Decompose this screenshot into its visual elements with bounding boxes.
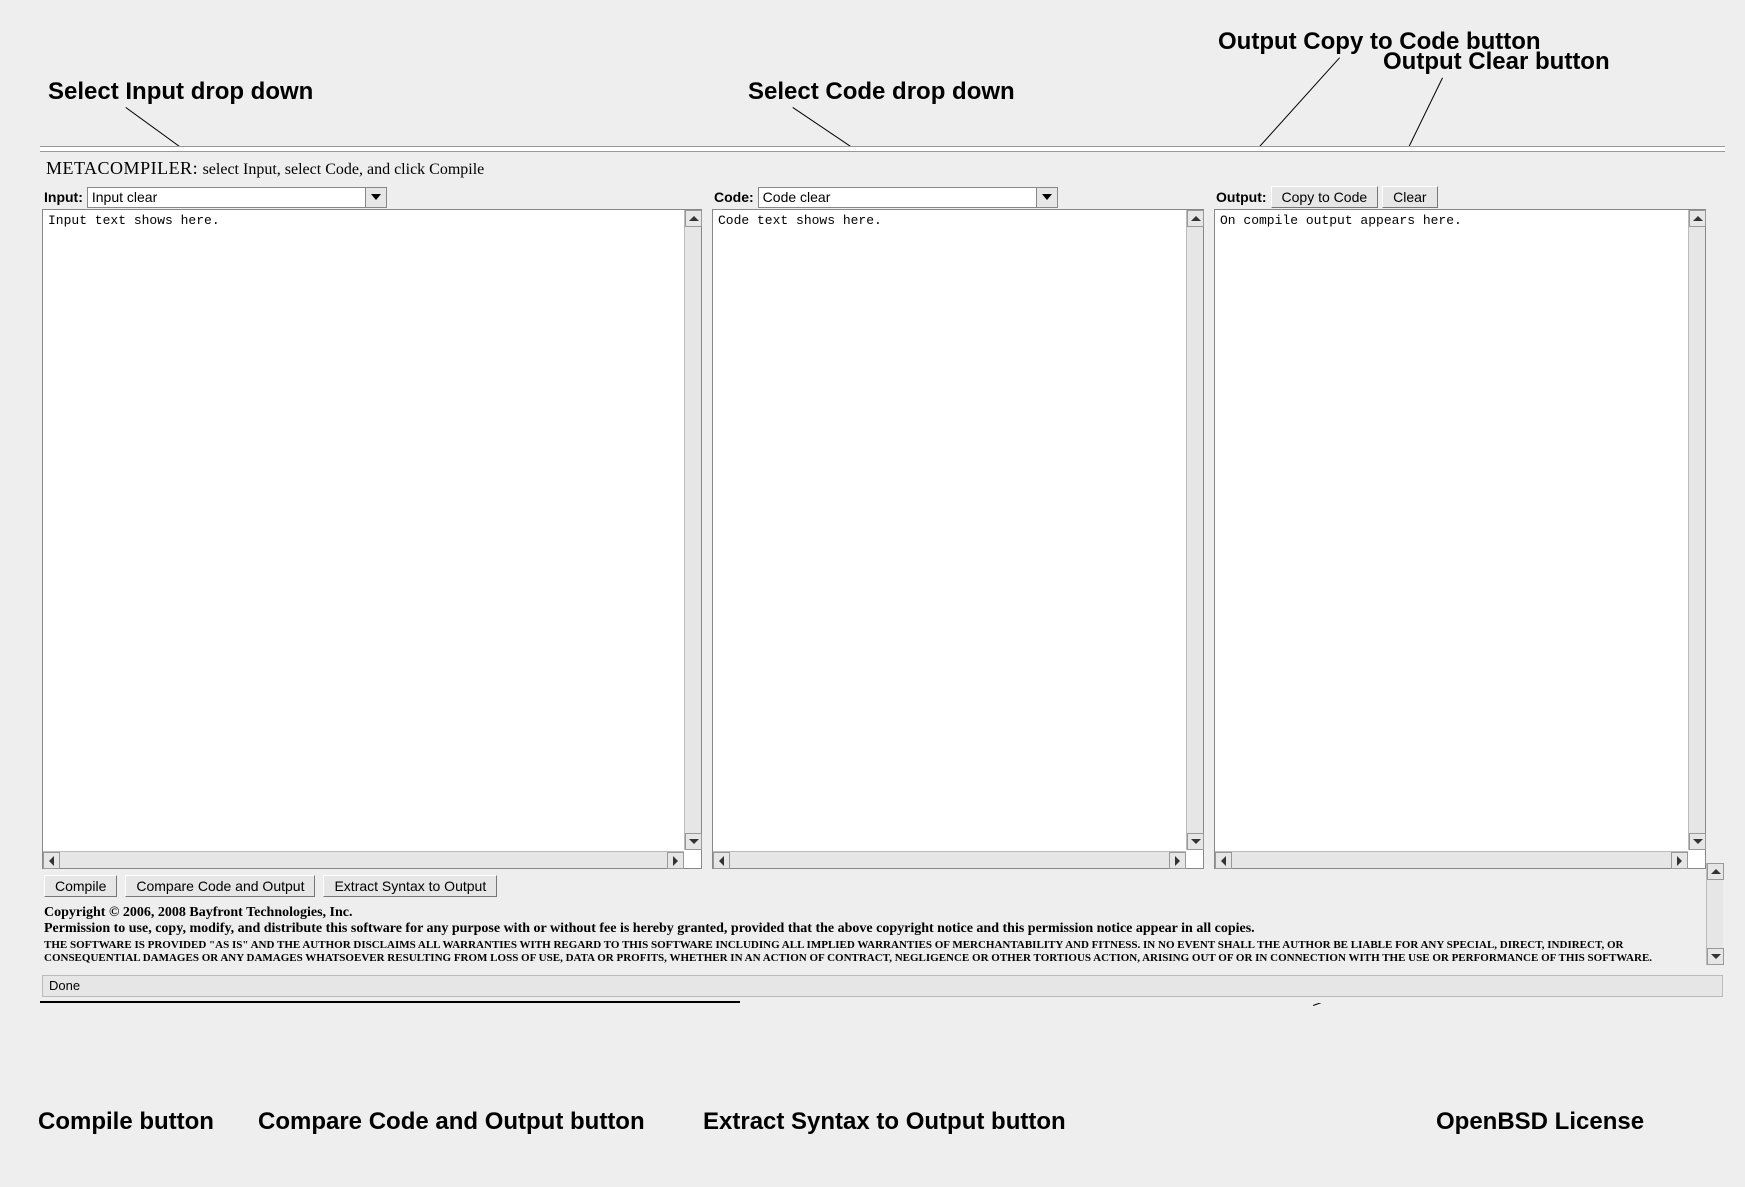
scroll-right-icon[interactable]: [667, 852, 684, 869]
input-text: Input text shows here.: [44, 211, 683, 850]
scroll-left-icon[interactable]: [1215, 852, 1232, 869]
compile-button[interactable]: Compile: [44, 875, 117, 897]
panels-row: Input: Input clear Input text shows here…: [40, 185, 1725, 869]
app-name: METACOMPILER:: [46, 158, 198, 178]
copyright-block: Copyright © 2006, 2008 Bayfront Technolo…: [40, 899, 1725, 939]
chevron-down-icon[interactable]: [1036, 188, 1057, 207]
horizontal-scrollbar[interactable]: [1215, 851, 1688, 868]
anno-compare: Compare Code and Output button: [258, 1108, 645, 1136]
input-header: Input: Input clear: [42, 185, 702, 209]
status-bar: Done: [42, 975, 1723, 997]
anno-license: OpenBSD License: [1436, 1108, 1644, 1136]
horizontal-scrollbar[interactable]: [713, 851, 1186, 868]
code-select[interactable]: Code clear: [758, 187, 1058, 208]
window-chrome-strip: [40, 146, 1725, 152]
clear-button[interactable]: Clear: [1382, 186, 1437, 208]
extract-button[interactable]: Extract Syntax to Output: [323, 875, 497, 897]
anno-output-clear: Output Clear button: [1383, 48, 1610, 76]
scroll-left-icon[interactable]: [43, 852, 60, 869]
scroll-up-icon[interactable]: [1689, 210, 1706, 227]
code-text: Code text shows here.: [714, 211, 1185, 850]
output-panel: Output: Copy to Code Clear On compile ou…: [1214, 185, 1706, 869]
vertical-scrollbar[interactable]: [1688, 210, 1705, 850]
permission-line: Permission to use, copy, modify, and dis…: [44, 921, 1721, 937]
copyright-line: Copyright © 2006, 2008 Bayfront Technolo…: [44, 905, 1721, 921]
code-label: Code:: [712, 189, 754, 205]
horizontal-scrollbar[interactable]: [43, 851, 684, 868]
code-select-value: Code clear: [763, 189, 831, 205]
app-window: METACOMPILER: select Input, select Code,…: [40, 146, 1725, 1003]
output-textarea[interactable]: On compile output appears here.: [1214, 209, 1706, 869]
license-text: THE SOFTWARE IS PROVIDED "AS IS" AND THE…: [40, 939, 1710, 965]
vertical-scrollbar[interactable]: [684, 210, 701, 850]
output-header: Output: Copy to Code Clear: [1214, 185, 1706, 209]
scroll-down-icon[interactable]: [1707, 948, 1724, 965]
action-buttons: Compile Compare Code and Output Extract …: [40, 869, 1725, 899]
scroll-up-icon[interactable]: [685, 210, 702, 227]
scroll-up-icon[interactable]: [1707, 863, 1724, 880]
code-panel: Code: Code clear Code text shows here.: [712, 185, 1204, 869]
scroll-right-icon[interactable]: [1671, 852, 1688, 869]
separator: [40, 1001, 740, 1003]
copy-to-code-button[interactable]: Copy to Code: [1271, 186, 1379, 208]
anno-extract: Extract Syntax to Output button: [703, 1108, 1066, 1136]
vertical-scrollbar[interactable]: [1706, 863, 1723, 965]
app-subtitle: select Input, select Code, and click Com…: [203, 161, 485, 178]
scroll-down-icon[interactable]: [685, 833, 702, 850]
code-textarea[interactable]: Code text shows here.: [712, 209, 1204, 869]
output-text: On compile output appears here.: [1216, 211, 1687, 850]
input-panel: Input: Input clear Input text shows here…: [42, 185, 702, 869]
scroll-right-icon[interactable]: [1169, 852, 1186, 869]
scroll-down-icon[interactable]: [1689, 833, 1706, 850]
code-header: Code: Code clear: [712, 185, 1204, 209]
lower-section: Compile Compare Code and Output Extract …: [40, 869, 1725, 965]
anno-select-input: Select Input drop down: [48, 78, 313, 106]
scroll-left-icon[interactable]: [713, 852, 730, 869]
anno-compile: Compile button: [38, 1108, 214, 1136]
input-select-value: Input clear: [92, 189, 157, 205]
input-label: Input:: [42, 189, 83, 205]
output-label: Output:: [1214, 189, 1267, 205]
anno-select-code: Select Code drop down: [748, 78, 1015, 106]
scroll-down-icon[interactable]: [1187, 833, 1204, 850]
vertical-scrollbar[interactable]: [1186, 210, 1203, 850]
title-bar: METACOMPILER: select Input, select Code,…: [40, 154, 1725, 185]
input-textarea[interactable]: Input text shows here.: [42, 209, 702, 869]
input-select[interactable]: Input clear: [87, 187, 387, 208]
compare-button[interactable]: Compare Code and Output: [125, 875, 315, 897]
chevron-down-icon[interactable]: [365, 188, 386, 207]
scroll-up-icon[interactable]: [1187, 210, 1204, 227]
